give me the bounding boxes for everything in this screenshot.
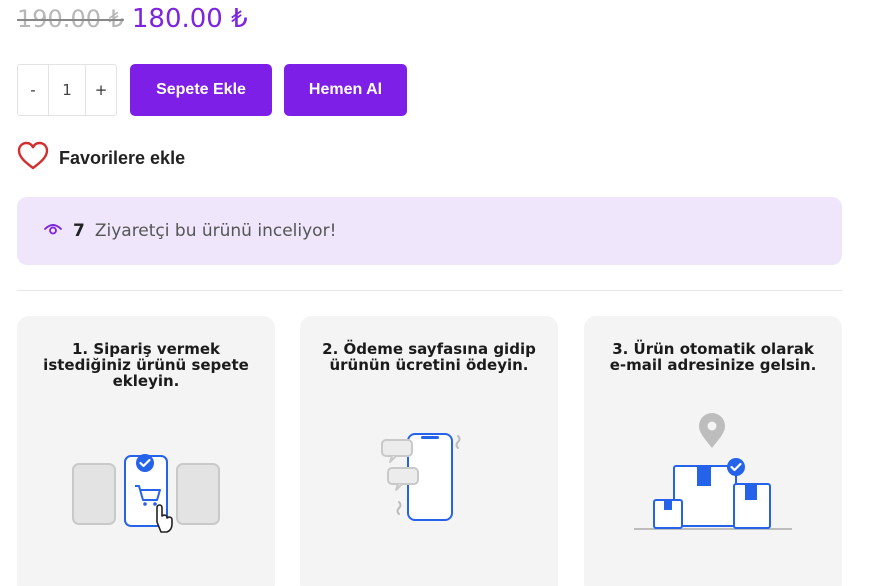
step-card-3: 3. Ürün otomatik olarak e-mail adresiniz… [584,316,842,586]
heart-icon [17,141,49,175]
viewers-notice: 7 Ziyaretçi bu ürünü inceliyor! [17,197,842,265]
favorites-label: Favorilere ekle [59,147,186,168]
delivery-boxes-illustration [584,406,842,546]
add-to-favorites-link[interactable]: Favorilere ekle [17,141,185,175]
price-row: 190.00 ₺ 180.00 ₺ [17,4,248,40]
buy-now-button[interactable]: Hemen Al [284,64,407,116]
quantity-decrease-button[interactable]: - [18,65,48,115]
quantity-increase-button[interactable]: + [86,65,116,115]
viewers-text: Ziyaretçi bu ürünü inceliyor! [94,221,337,241]
step-card-1: 1. Sipariş vermek istediğiniz ürünü sepe… [17,316,275,586]
quantity-value[interactable]: 1 [48,65,86,115]
add-to-cart-button[interactable]: Sepete Ekle [130,64,272,116]
old-price: 190.00 ₺ [17,5,124,33]
step-title: 1. Sipariş vermek istediğiniz ürünü sepe… [43,340,249,390]
divider [17,290,842,291]
eye-icon [43,222,63,241]
current-price: 180.00 ₺ [131,4,248,34]
step-title: 3. Ürün otomatik olarak e-mail adresiniz… [609,340,817,374]
step-card-2: 2. Ödeme sayfasına gidip ürünün ücretini… [300,316,558,586]
phone-chat-illustration [300,406,558,546]
cart-phone-illustration [17,406,275,546]
quantity-stepper: - 1 + [17,64,117,116]
viewers-count: 7 [73,221,85,241]
step-title: 2. Ödeme sayfasına gidip ürünün ücretini… [322,340,536,374]
